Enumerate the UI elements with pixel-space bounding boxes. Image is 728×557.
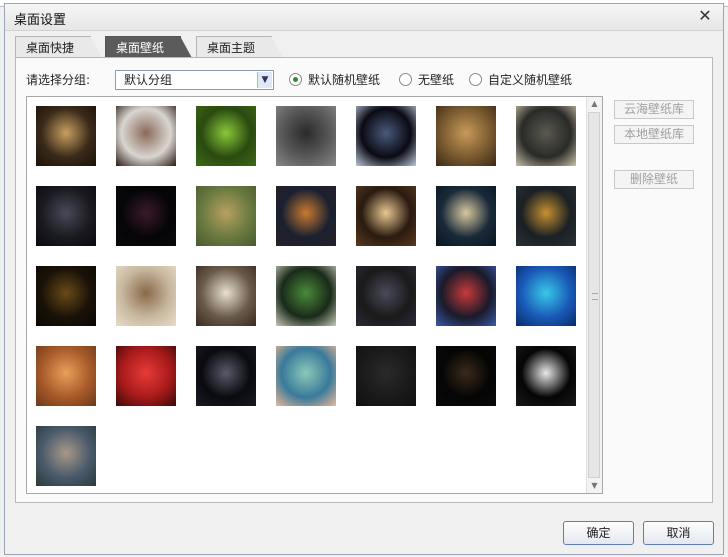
footballer-wallpaper[interactable] [276,266,336,326]
scroll-down-icon[interactable]: ▼ [588,480,601,492]
scrollbar-thumb[interactable] [588,112,600,478]
team-photo-wallpaper[interactable] [436,266,496,326]
gallery-scrollbar[interactable]: ▲ ▼ [586,97,602,493]
dark-logo-wallpaper[interactable] [356,346,416,406]
desktop-settings-dialog: 桌面设置 ✕ 桌面快捷 桌面壁纸 桌面主题 请选择分组: 默认分组 ▼ 默认随机… [4,3,724,555]
dandelion-wallpaper[interactable] [516,346,576,406]
ghost-ship-wallpaper[interactable] [36,106,96,166]
golden-glow-wallpaper[interactable] [36,266,96,326]
blue-green-blur-wallpaper[interactable] [276,346,336,406]
group-select-value: 默认分组 [124,73,173,87]
two-women-wallpaper[interactable] [116,106,176,166]
tab-desktop-theme[interactable]: 桌面主题 [196,36,283,58]
cloud-wallpaper-library-button[interactable]: 云海壁纸库 [614,100,694,119]
radio-custom-random[interactable] [469,73,482,86]
group-label: 请选择分组: [26,73,91,87]
dream-figure-wallpaper[interactable] [36,426,96,486]
local-wallpaper-library-button[interactable]: 本地壁纸库 [614,125,694,144]
moon-ship-wallpaper[interactable] [436,186,496,246]
ok-button[interactable]: 确定 [563,521,634,545]
title-bar: 桌面设置 ✕ [5,4,723,31]
wallpaper-panel: 请选择分组: 默认分组 ▼ 默认随机壁纸 无壁纸 自定义随机壁纸 ▲ ▼ 云海壁… [15,57,713,503]
fantasy-creatures-wallpaper[interactable] [36,186,96,246]
glowing-bird-wallpaper[interactable] [356,186,416,246]
autumn-tree-wallpaper[interactable] [436,106,496,166]
robot-wallpaper[interactable] [196,346,256,406]
bottles-wallpaper[interactable] [436,346,496,406]
group-select[interactable]: 默认分组 ▼ [115,70,274,90]
orange-girl-wallpaper[interactable] [36,346,96,406]
blue-girl-wallpaper[interactable] [516,266,576,326]
radio-no-wallpaper-label[interactable]: 无壁纸 [418,70,454,90]
close-icon[interactable]: ✕ [696,7,714,25]
tab-desktop-shortcuts[interactable]: 桌面快捷 [15,36,102,58]
dialog-title: 桌面设置 [14,13,67,28]
dark-portrait-wallpaper[interactable] [116,186,176,246]
chevron-down-icon[interactable]: ▼ [257,72,272,88]
red-poster-wallpaper[interactable] [116,346,176,406]
radio-default-random-label[interactable]: 默认随机壁纸 [308,70,380,90]
white-flower-wallpaper[interactable] [196,266,256,326]
cancel-button[interactable]: 取消 [643,521,714,545]
dark-figure-wallpaper[interactable] [276,106,336,166]
sunset-landscape-wallpaper[interactable] [276,186,336,246]
field-sky-wallpaper[interactable] [196,186,256,246]
radio-default-random[interactable] [289,73,302,86]
gold-light-wallpaper[interactable] [516,186,576,246]
tab-label: 桌面壁纸 [116,41,165,55]
lioness-wallpaper[interactable] [116,266,176,326]
tab-label: 桌面快捷 [26,41,75,55]
mushroom-wallpaper[interactable] [516,106,576,166]
tab-label: 桌面主题 [207,41,256,55]
radio-no-wallpaper[interactable] [399,73,412,86]
radio-custom-random-label[interactable]: 自定义随机壁纸 [488,70,572,90]
wallpaper-gallery: ▲ ▼ [26,96,603,494]
scroll-up-icon[interactable]: ▲ [588,98,601,110]
tab-desktop-wallpaper[interactable]: 桌面壁纸 [105,36,192,58]
space-planet-wallpaper[interactable] [356,106,416,166]
delete-wallpaper-button[interactable]: 删除壁纸 [614,170,694,189]
players-dark-wallpaper[interactable] [356,266,416,326]
green-grass-wallpaper[interactable] [196,106,256,166]
